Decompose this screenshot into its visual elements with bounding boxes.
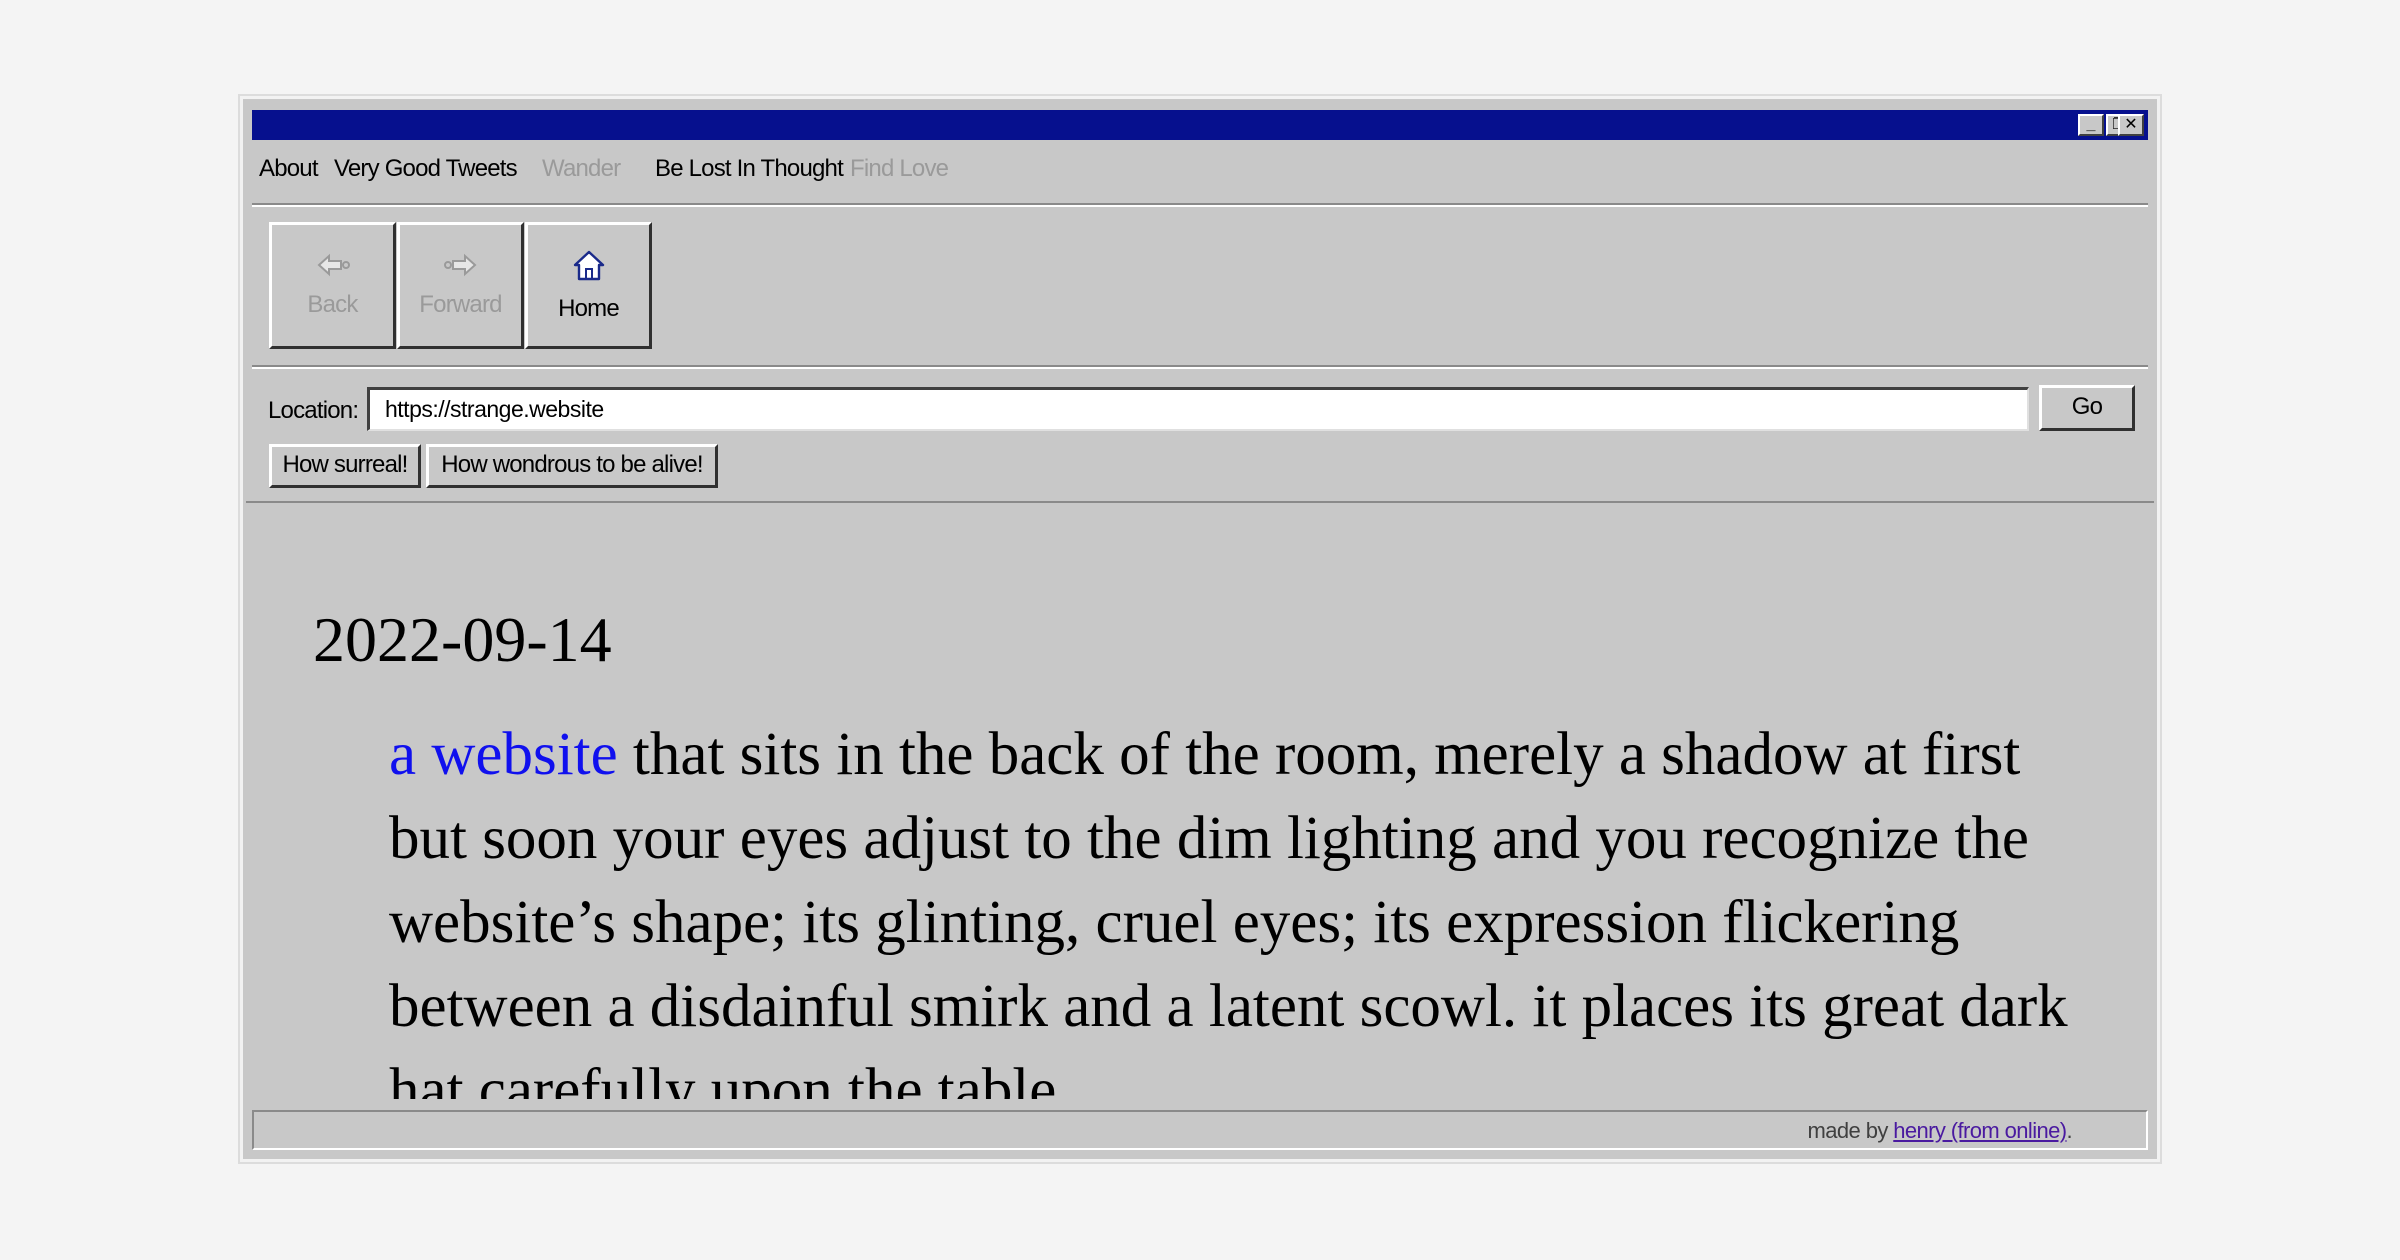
go-button[interactable]: Go <box>2039 385 2135 431</box>
post-date: 2022-09-14 <box>313 604 612 675</box>
how-surreal-button[interactable]: How surreal! <box>269 444 421 488</box>
back-button[interactable]: Back <box>269 222 396 349</box>
status-bar: made by henry (from online). <box>252 1110 2148 1150</box>
location-label: Location: <box>268 397 359 424</box>
location-input[interactable] <box>367 387 2029 431</box>
how-wondrous-button[interactable]: How wondrous to be alive! <box>426 444 718 488</box>
post-text: that sits in the back of the room, merel… <box>389 721 2068 1099</box>
toolbar-separator <box>252 365 2148 369</box>
website-link[interactable]: a website <box>389 721 618 788</box>
menu-item-find-love: Find Love <box>850 155 949 182</box>
forward-button[interactable]: Forward <box>397 222 524 349</box>
home-label: Home <box>558 295 620 322</box>
back-arrow-icon <box>317 253 350 277</box>
credit-suffix: . <box>2066 1118 2072 1143</box>
page-content[interactable]: 2022-09-14 a website that sits in the ba… <box>246 501 2154 1099</box>
home-button[interactable]: Home <box>525 222 652 349</box>
minimize-button[interactable]: _ <box>2078 114 2104 136</box>
title-bar[interactable]: _ ❐ ✕ <box>252 110 2148 140</box>
forward-arrow-icon <box>443 253 476 277</box>
menu-item-be-lost-in-thought[interactable]: Be Lost In Thought <box>655 155 844 183</box>
home-icon <box>573 250 604 281</box>
menu-item-about[interactable]: About <box>259 155 319 183</box>
close-button[interactable]: ✕ <box>2118 114 2144 136</box>
author-link[interactable]: henry (from online) <box>1893 1118 2067 1143</box>
menu-separator <box>252 203 2148 207</box>
back-label: Back <box>307 291 358 318</box>
credit-text: made by henry (from online). <box>1807 1118 2073 1144</box>
post-body: a website that sits in the back of the r… <box>389 713 2089 1099</box>
credit-prefix: made by <box>1807 1118 1894 1143</box>
forward-label: Forward <box>419 291 502 318</box>
menu-item-wander: Wander <box>542 155 621 182</box>
menu-item-very-good-tweets[interactable]: Very Good Tweets <box>334 155 518 183</box>
browser-window: _ ❐ ✕ About Very Good Tweets Wander Be L… <box>240 96 2160 1162</box>
